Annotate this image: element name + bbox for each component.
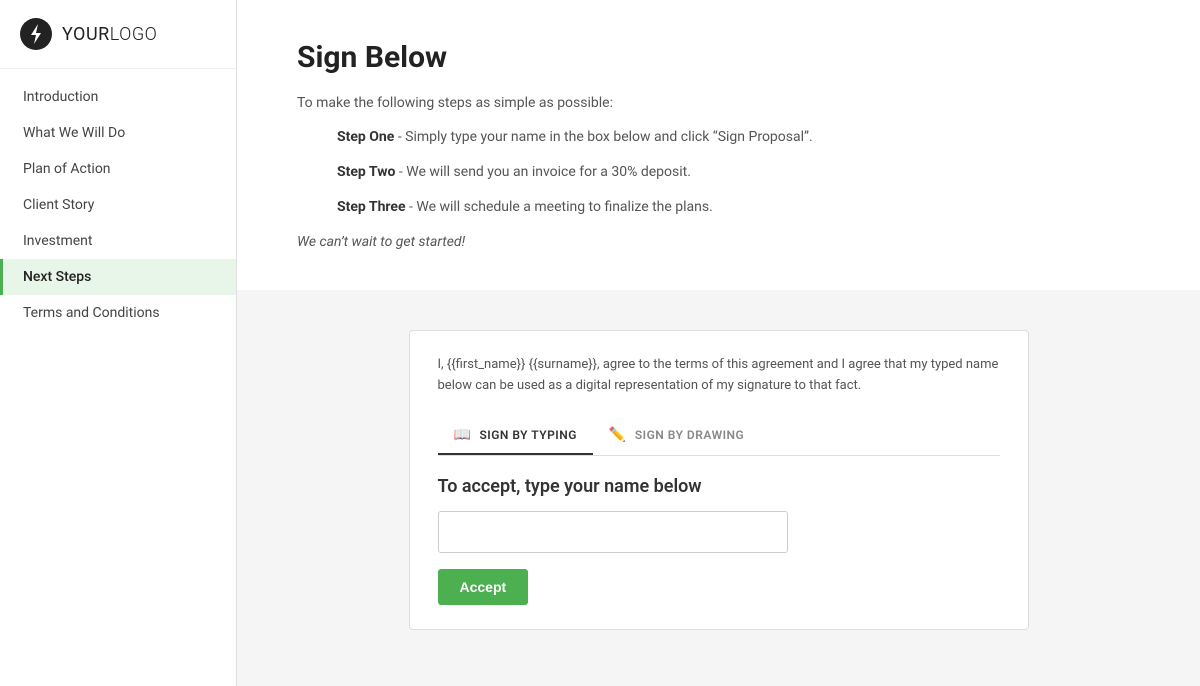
step-two-label: Step Two — [337, 164, 395, 180]
tab-sign-by-typing[interactable]: 📖 SIGN BY TYPING — [438, 417, 593, 455]
accept-label: To accept, type your name below — [438, 476, 1000, 497]
step-one: Step One - Simply type your name in the … — [337, 127, 1140, 148]
logo-icon — [20, 18, 52, 50]
lightning-icon — [28, 24, 44, 44]
sidebar-item-client-story[interactable]: Client Story — [0, 187, 236, 223]
step-three: Step Three - We will schedule a meeting … — [337, 197, 1140, 218]
sidebar-item-terms-and-conditions[interactable]: Terms and Conditions — [0, 295, 236, 331]
main-content: Sign Below To make the following steps a… — [237, 0, 1200, 686]
signature-section: I, {{first_name}} {{surname}}, agree to … — [237, 290, 1200, 670]
logo-area: YOURLOGO — [0, 0, 236, 69]
tab-sign-by-drawing[interactable]: ✏️ SIGN BY DRAWING — [593, 417, 760, 455]
tab-typing-label: SIGN BY TYPING — [479, 428, 576, 442]
name-input[interactable] — [438, 511, 788, 553]
excited-text: We can’t wait to get started! — [297, 234, 1140, 250]
pen-icon: ✏️ — [609, 427, 627, 443]
sign-tabs: 📖 SIGN BY TYPING ✏️ SIGN BY DRAWING — [438, 417, 1000, 456]
agreement-text: I, {{first_name}} {{surname}}, agree to … — [438, 355, 1000, 397]
sidebar-item-next-steps[interactable]: Next Steps — [0, 259, 236, 295]
page-title: Sign Below — [297, 40, 1140, 75]
step-one-text: - Simply type your name in the box below… — [394, 129, 812, 145]
intro-text: To make the following steps as simple as… — [297, 95, 1140, 111]
tab-drawing-label: SIGN BY DRAWING — [635, 428, 744, 442]
step-two: Step Two - We will send you an invoice f… — [337, 162, 1140, 183]
sidebar: YOURLOGO Introduction What We Will Do Pl… — [0, 0, 237, 686]
content-section: Sign Below To make the following steps a… — [237, 0, 1200, 290]
nav-menu: Introduction What We Will Do Plan of Act… — [0, 79, 236, 331]
accept-button[interactable]: Accept — [438, 569, 529, 605]
book-icon: 📖 — [454, 427, 472, 443]
sidebar-item-what-we-will-do[interactable]: What We Will Do — [0, 115, 236, 151]
step-two-text: - We will send you an invoice for a 30% … — [395, 164, 691, 180]
sidebar-item-plan-of-action[interactable]: Plan of Action — [0, 151, 236, 187]
step-three-label: Step Three — [337, 199, 406, 215]
step-one-label: Step One — [337, 129, 394, 145]
logo-text: YOURLOGO — [62, 24, 157, 45]
steps-list: Step One - Simply type your name in the … — [337, 127, 1140, 218]
sidebar-item-introduction[interactable]: Introduction — [0, 79, 236, 115]
logo-bold: YOUR — [62, 24, 110, 45]
logo-light: LOGO — [110, 24, 158, 45]
step-three-text: - We will schedule a meeting to finalize… — [406, 199, 713, 215]
signature-card: I, {{first_name}} {{surname}}, agree to … — [409, 330, 1029, 630]
sidebar-item-investment[interactable]: Investment — [0, 223, 236, 259]
